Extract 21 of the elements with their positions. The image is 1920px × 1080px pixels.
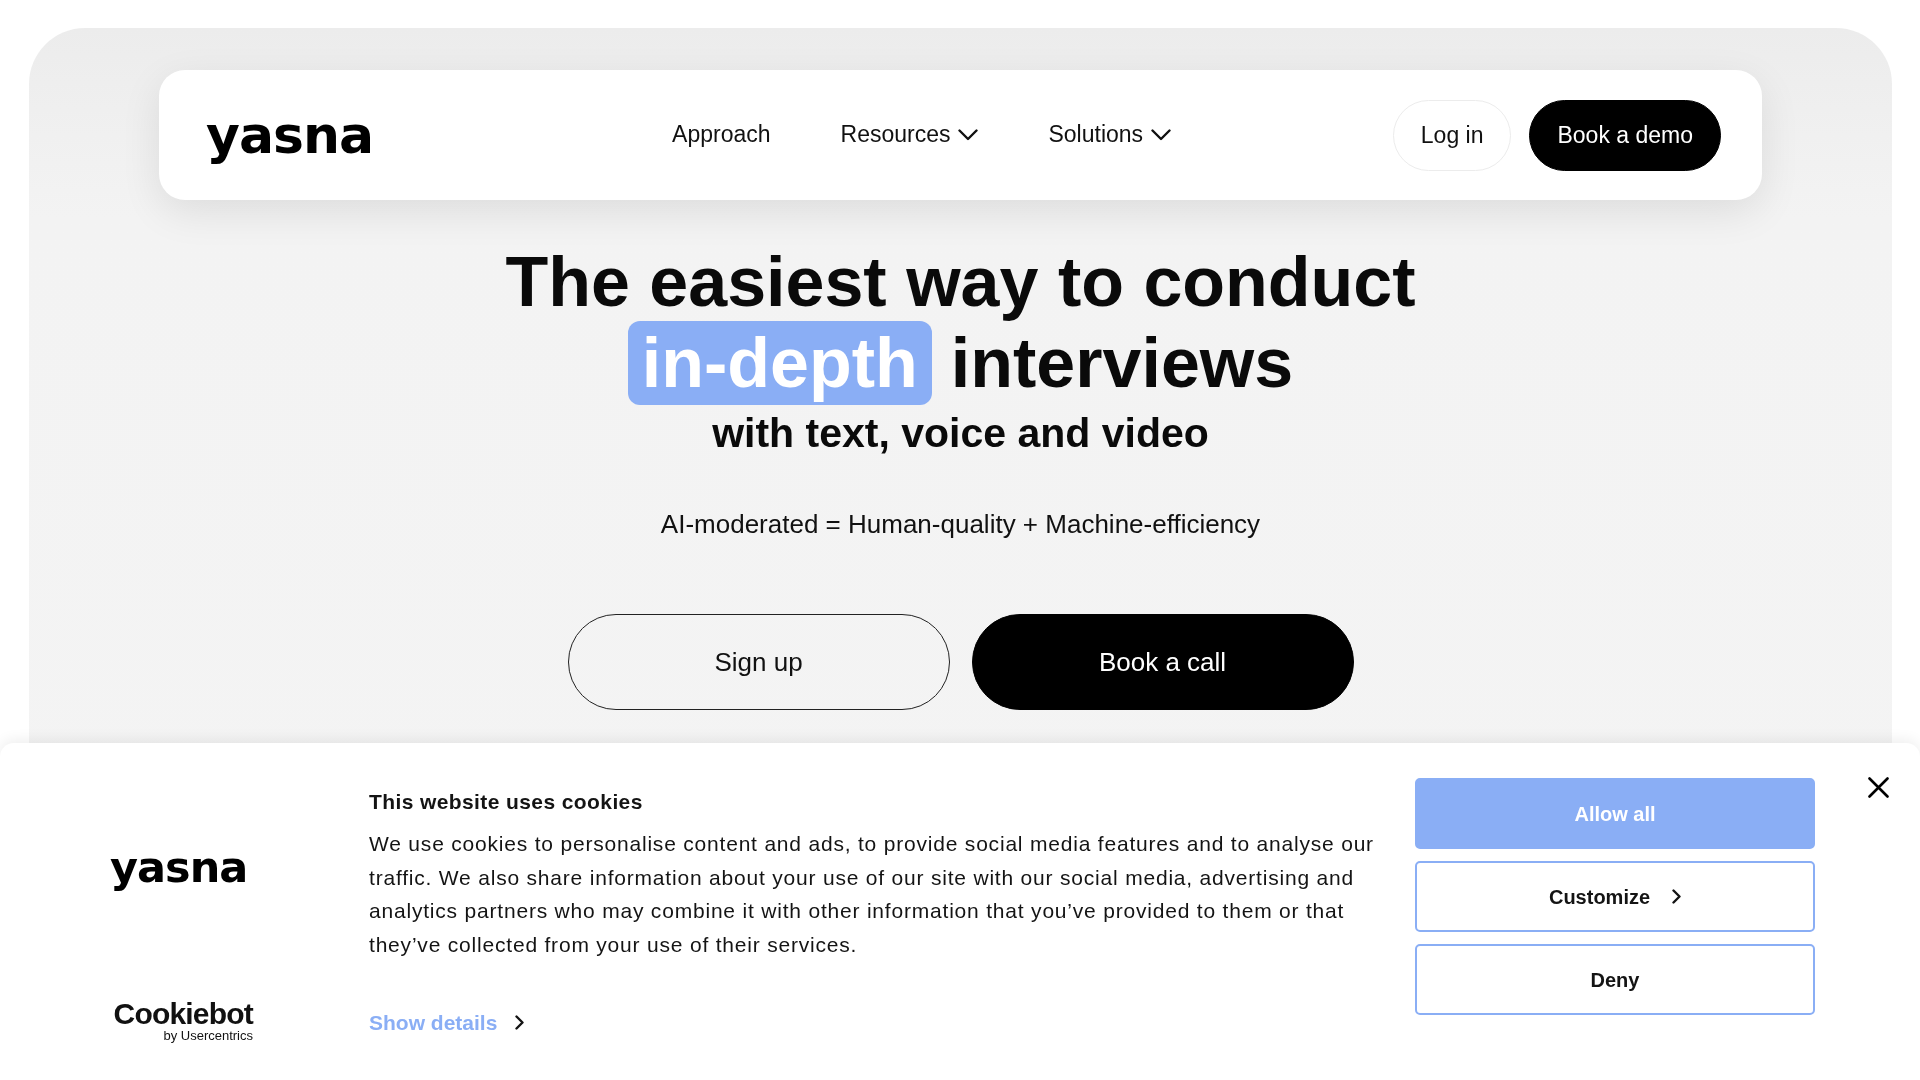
tagline: AI-moderated = Human-quality + Machine-efficiency [660, 508, 1261, 541]
highlighted-text: in-depth [627, 321, 932, 405]
logo: yasna [110, 846, 248, 889]
subheadline: with text, voice and video [712, 409, 1209, 458]
chevron-right-icon [515, 1014, 525, 1030]
choice-button[interactable]: Deny [1415, 944, 1815, 1015]
headline-text: interviews [950, 324, 1294, 402]
nav-link[interactable]: Solutions [1048, 121, 1172, 149]
provider-byline: by Usercentrics [163, 1029, 253, 1044]
banner-text: We use cookies to personalise content and ads, to provide social media features and to analyse our traffic. We also share information about your use of our site with our social media, advertising and analytics partners who may combine it with other information that you’ve provided to them or that they’ve collected from your use of their services. [369, 831, 1375, 959]
nav-link[interactable]: Approach [672, 121, 771, 149]
demo-button[interactable]: Book a demo [1529, 99, 1721, 171]
login-button[interactable]: Log in [1392, 99, 1512, 171]
headline-text: The easiest way to conduct [505, 243, 1416, 321]
call-button[interactable]: Book a call [971, 614, 1354, 710]
close-icon [1868, 777, 1889, 798]
provider-logo: Cookiebot [113, 999, 253, 1029]
nav-link[interactable]: Resources [840, 121, 979, 149]
close-button[interactable] [1868, 777, 1889, 798]
banner-title: This website uses cookies [369, 789, 644, 814]
choice-button[interactable]: Customize [1415, 861, 1815, 932]
